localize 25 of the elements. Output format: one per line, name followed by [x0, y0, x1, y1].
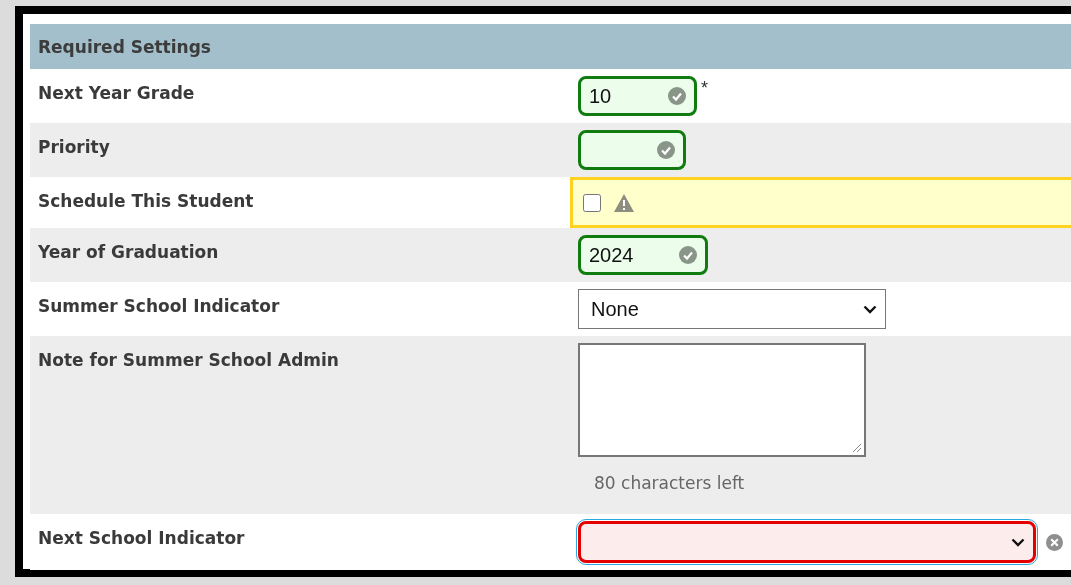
field-label: Note for Summer School Admin: [37, 349, 340, 372]
resize-handle-icon: [852, 443, 862, 453]
field-label: Year of Graduation: [37, 241, 220, 264]
required-mark: *: [701, 78, 708, 99]
check-circle-icon: [668, 87, 686, 105]
character-counter: 80 characters left: [594, 473, 745, 495]
text-field[interactable]: [578, 130, 686, 170]
check-circle-icon: [657, 141, 675, 159]
dropdown[interactable]: None: [578, 289, 886, 329]
text-field[interactable]: 10: [578, 76, 697, 116]
section-header: Required Settings: [30, 24, 1071, 69]
field-label: Schedule This Student: [37, 190, 255, 213]
checkbox[interactable]: [583, 193, 601, 212]
field-label: Next School Indicator: [37, 527, 246, 550]
field-label: Next Year Grade: [37, 82, 196, 105]
field-label: Summer School Indicator: [37, 295, 281, 318]
chevron-down-icon: [1011, 537, 1025, 547]
dropdown[interactable]: [578, 521, 1036, 563]
field-label: Priority: [37, 136, 111, 159]
text-area[interactable]: [578, 343, 866, 457]
text-field[interactable]: 2024: [578, 235, 708, 275]
check-circle-icon: [679, 246, 697, 264]
warning-icon: [613, 192, 635, 213]
chevron-down-icon: [863, 304, 877, 314]
close-circle-icon[interactable]: [1046, 533, 1063, 551]
